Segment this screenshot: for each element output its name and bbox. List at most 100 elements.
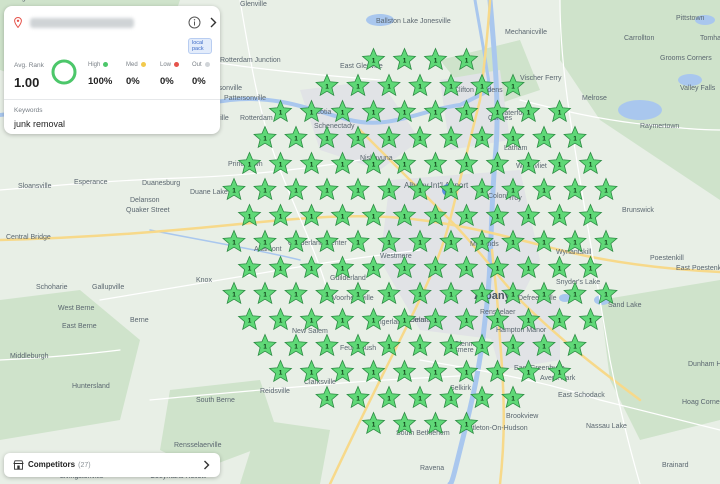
rank-marker-label: 1 [496, 370, 500, 377]
place-label: Nassau Lake [586, 423, 627, 430]
place-label: Wynantskill [556, 249, 592, 256]
place-label: Schoharie [36, 284, 68, 291]
rank-marker-label: 1 [589, 266, 593, 273]
place-label: Tomhannock [700, 35, 720, 42]
rank-marker-label: 1 [527, 110, 531, 117]
place-label: Duanesburg [142, 180, 180, 187]
rank-marker-label: 1 [558, 214, 562, 221]
place-label: Melrose [582, 95, 607, 102]
keywords-label: Keywords [14, 107, 43, 114]
local-pack-badge: local pack [188, 38, 212, 54]
rank-marker-label: 1 [356, 396, 360, 403]
place-label: Rotterdam [240, 115, 273, 122]
rank-marker-label: 1 [449, 136, 453, 143]
chevron-right-icon[interactable] [208, 16, 218, 29]
rank-marker-label: 1 [248, 266, 252, 273]
rank-marker-label: 1 [248, 162, 252, 169]
rank-marker-label: 1 [325, 136, 329, 143]
stat-med-label: Med [126, 62, 146, 68]
rank-marker-label: 1 [573, 188, 577, 195]
rank-marker-label: 1 [325, 292, 329, 299]
rank-marker-label: 1 [325, 188, 329, 195]
place-label: Quaker Street [126, 207, 170, 214]
summary-card: local pack Avg. Rank 1.00 High 100% Med … [4, 6, 220, 134]
avg-rank-value: 1.00 [14, 75, 40, 90]
place-label: South Berne [196, 397, 235, 404]
rank-marker-label: 1 [372, 58, 376, 65]
store-icon [13, 460, 24, 470]
rank-marker-label: 1 [465, 58, 469, 65]
rank-marker-label: 1 [372, 110, 376, 117]
rank-marker-label: 1 [372, 266, 376, 273]
high-status-dot [103, 62, 109, 67]
rank-marker-label: 1 [294, 136, 298, 143]
place-label: Clarksville [304, 379, 336, 386]
rank-marker-label: 1 [403, 422, 407, 429]
place-label: Esperance [74, 179, 108, 186]
stat-high-value: 100% [88, 76, 113, 87]
rank-marker-label: 1 [511, 136, 515, 143]
place-label: Pittstown [676, 15, 705, 22]
rank-marker-label: 1 [403, 318, 407, 325]
rank-marker-label: 1 [341, 266, 345, 273]
stat-med-value: 0% [126, 76, 140, 87]
rank-marker-label: 1 [341, 110, 345, 117]
place-label: Middleburgh [10, 353, 49, 360]
rank-marker-label: 1 [434, 58, 438, 65]
place-label: Schenectady [314, 123, 355, 130]
rank-marker-label: 1 [558, 370, 562, 377]
rank-marker-label: 1 [434, 422, 438, 429]
rank-marker-label: 1 [294, 344, 298, 351]
rank-marker-label: 1 [418, 188, 422, 195]
rank-marker-label: 1 [542, 240, 546, 247]
card-divider [4, 99, 220, 100]
info-icon[interactable] [188, 16, 201, 29]
low-status-dot [174, 62, 180, 67]
rank-marker-label: 1 [403, 370, 407, 377]
stat-out-label: Out [192, 62, 210, 68]
rank-marker-label: 1 [465, 422, 469, 429]
rank-marker-label: 1 [356, 344, 360, 351]
rank-marker-label: 1 [387, 396, 391, 403]
rank-marker-label: 1 [480, 344, 484, 351]
rank-marker-label: 1 [604, 188, 608, 195]
rank-marker-label: 1 [465, 318, 469, 325]
rank-marker-label: 1 [604, 292, 608, 299]
rank-marker-label: 1 [542, 292, 546, 299]
location-pin-icon [14, 17, 22, 28]
business-name-redacted [30, 18, 134, 28]
med-status-dot [140, 62, 146, 67]
rank-marker-label: 1 [294, 188, 298, 195]
rank-marker-label: 1 [573, 292, 577, 299]
rank-marker-label: 1 [480, 292, 484, 299]
place-label: Snyder's Lake [556, 279, 600, 286]
rank-marker-label: 1 [480, 188, 484, 195]
rank-marker-label: 1 [418, 136, 422, 143]
place-label: Pattersonville [224, 95, 266, 102]
rank-marker-label: 1 [372, 162, 376, 169]
rank-marker-label: 1 [279, 266, 283, 273]
rank-marker-label: 1 [418, 396, 422, 403]
rank-marker-label: 1 [558, 318, 562, 325]
rank-marker-label: 1 [434, 318, 438, 325]
rank-marker-label: 1 [279, 162, 283, 169]
competitors-bar[interactable]: Competitors (27) [4, 453, 220, 477]
place-label: Brookview [506, 413, 539, 420]
place-label: Sloansville [18, 183, 52, 190]
place-label: Huntersland [72, 383, 110, 390]
rank-marker-label: 1 [263, 240, 267, 247]
rank-marker-label: 1 [449, 292, 453, 299]
chevron-right-icon[interactable] [202, 459, 211, 471]
rank-marker-label: 1 [279, 214, 283, 221]
place-label: Gallupville [92, 284, 124, 291]
rank-marker-label: 1 [294, 292, 298, 299]
place-label: Rensselaerville [174, 442, 222, 449]
rank-marker-label: 1 [465, 266, 469, 273]
rank-marker-label: 1 [511, 188, 515, 195]
rank-marker-label: 1 [403, 214, 407, 221]
rank-marker-label: 1 [341, 214, 345, 221]
stat-low-label: Low [160, 62, 180, 68]
place-label: Knox [196, 277, 212, 284]
out-status-dot [204, 62, 210, 67]
rank-marker-label: 1 [573, 344, 577, 351]
